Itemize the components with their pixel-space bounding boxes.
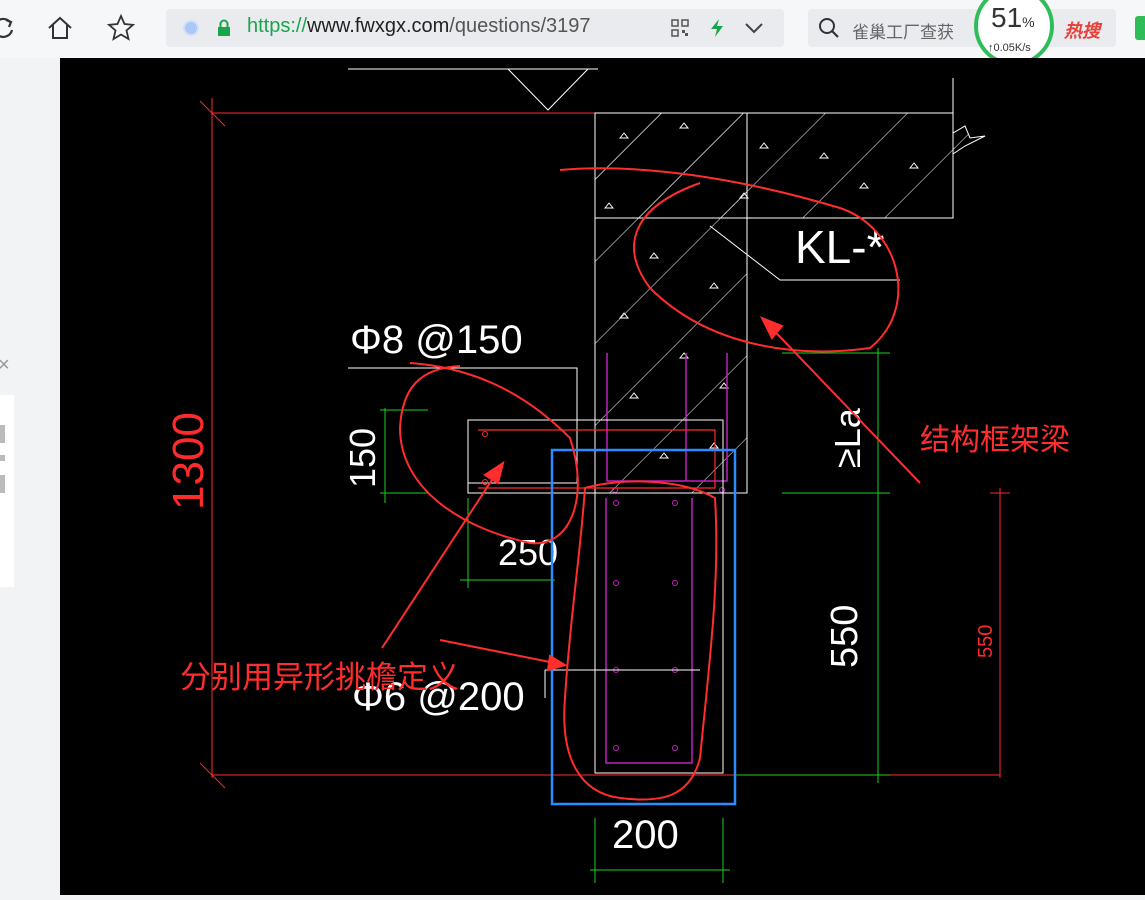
dimension-550-white: 550 [824,605,866,668]
dimension-la: ≥La [827,407,868,468]
network-speed-badge[interactable]: 51% ↑0.05K/s [974,0,1054,66]
browser-toolbar: https://www.fwxgx.com/questions/3197 雀巢工… [0,0,1145,66]
annotation-frame-beam: 结构框架梁 [920,424,1070,457]
reload-icon[interactable] [0,10,22,46]
side-panel [0,395,14,587]
security-icon [183,20,199,36]
address-bar[interactable]: https://www.fwxgx.com/questions/3197 [166,9,784,47]
dimension-1300: 1300 [164,412,213,510]
search-input[interactable]: 雀巢工厂查获 [852,18,954,43]
dimension-200: 200 [612,813,679,857]
qr-icon[interactable] [671,19,689,42]
speed-percent: 51% [991,2,1035,33]
speed-rate: ↑0.05K/s [988,42,1031,54]
markup-arrow-eave [381,462,504,649]
annotation-eave-note: 分别用异形挑檐定义 [180,660,459,695]
home-icon[interactable] [42,10,78,46]
chevron-down-icon[interactable] [744,20,764,41]
url-text[interactable]: https://www.fwxgx.com/questions/3197 [247,15,591,38]
highlight-box [550,448,737,806]
rebar-label-top: Φ8 @150 [350,318,523,362]
markup-outline-column [563,480,718,801]
dimension-150: 150 [342,428,383,488]
cad-drawing-image: KL-* 1300 ≥La Φ8 @150 150 250 Φ6 @200 55… [60,58,1145,895]
lightning-icon[interactable] [709,18,725,43]
star-icon[interactable] [103,10,139,46]
extension-icon[interactable] [1135,16,1145,40]
search-icon [818,17,840,44]
beam-label: KL-* [795,221,885,273]
dimension-550-red: 550 [975,625,997,658]
close-icon[interactable]: × [0,354,10,377]
hot-search-label[interactable]: 热搜 [1064,17,1100,43]
lock-icon [216,19,232,42]
